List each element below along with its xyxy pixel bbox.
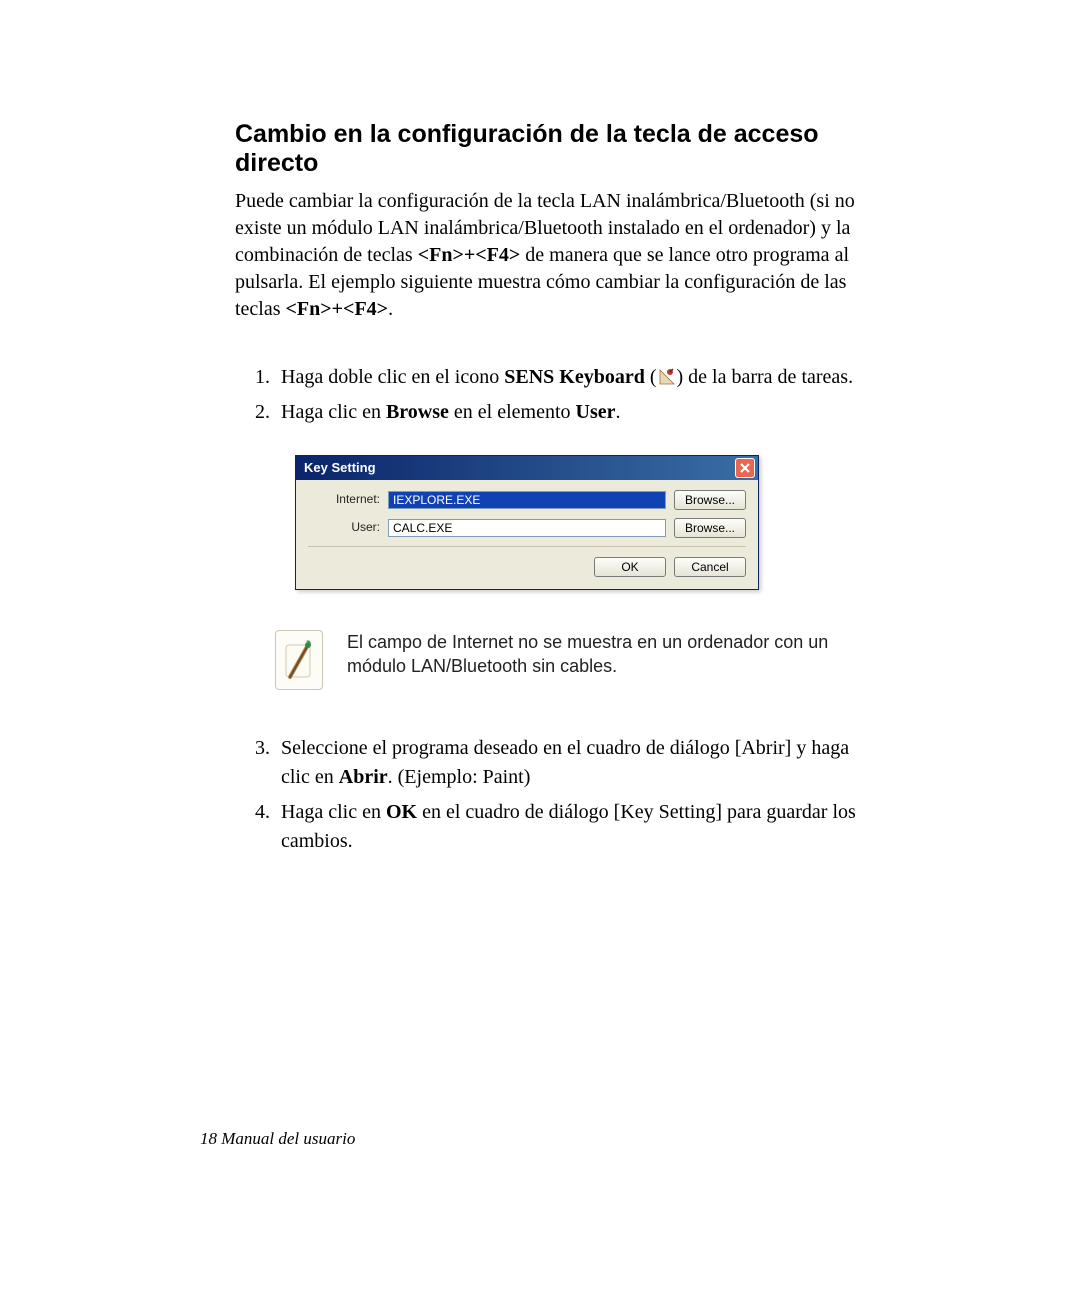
internet-row: Internet: Browse...: [308, 490, 746, 510]
dialog-screenshot: Key Setting Internet: Browse...: [295, 455, 880, 590]
footer-label: Manual del usuario: [221, 1129, 355, 1148]
note-icon: [275, 630, 323, 690]
step4-b: OK: [386, 801, 417, 823]
step3-c: . (Ejemplo: Paint): [388, 766, 531, 788]
section-heading: Cambio en la configuración de la tecla d…: [235, 120, 880, 178]
step1-d: ) de la barra de tareas.: [677, 366, 854, 388]
user-row: User: Browse...: [308, 518, 746, 538]
cancel-button[interactable]: Cancel: [674, 557, 746, 577]
dialog-separator: [308, 546, 746, 547]
hotkey-1: <Fn>+<F4>: [418, 244, 521, 266]
step2-c: en el elemento: [449, 401, 576, 423]
ok-button[interactable]: OK: [594, 557, 666, 577]
note-text: El campo de Internet no se muestra en un…: [347, 630, 880, 690]
step2-e: .: [616, 401, 621, 423]
close-icon: [739, 462, 751, 474]
hotkey-2: <Fn>+<F4>: [286, 298, 389, 320]
browse-internet-button[interactable]: Browse...: [674, 490, 746, 510]
step-3: Seleccione el programa deseado en el cua…: [275, 734, 880, 792]
step-1: Haga doble clic en el icono SENS Keyboar…: [275, 363, 880, 392]
steps-list: Haga doble clic en el icono SENS Keyboar…: [235, 363, 880, 856]
step1-b: SENS Keyboard: [504, 366, 645, 388]
dialog-title: Key Setting: [304, 459, 376, 478]
user-label: User:: [308, 519, 388, 536]
internet-label: Internet:: [308, 491, 388, 508]
browse-user-button[interactable]: Browse...: [674, 518, 746, 538]
step2-a: Haga clic en: [281, 401, 386, 423]
step-2: Haga clic en Browse en el elemento User.…: [275, 398, 880, 690]
step1-a: Haga doble clic en el icono: [281, 366, 504, 388]
intro-text-c: .: [388, 298, 393, 320]
step-4: Haga clic en OK en el cuadro de diálogo …: [275, 798, 880, 856]
step2-b: Browse: [386, 401, 449, 423]
close-button[interactable]: [735, 458, 755, 478]
page-number: 18: [200, 1129, 217, 1148]
document-page: Cambio en la configuración de la tecla d…: [0, 0, 1080, 1309]
user-input[interactable]: [388, 519, 666, 537]
step2-d: User: [576, 401, 616, 423]
key-setting-dialog: Key Setting Internet: Browse...: [295, 455, 759, 590]
internet-input[interactable]: [388, 491, 666, 509]
step4-a: Haga clic en: [281, 801, 386, 823]
step3-b: Abrir: [339, 766, 388, 788]
dialog-titlebar: Key Setting: [296, 456, 758, 480]
intro-paragraph: Puede cambiar la configuración de la tec…: [235, 188, 880, 323]
note-block: El campo de Internet no se muestra en un…: [275, 630, 880, 690]
page-footer: 18 Manual del usuario: [200, 1129, 355, 1149]
dialog-body: Internet: Browse... User: Browse... OK: [296, 480, 758, 589]
sens-keyboard-icon: [657, 365, 677, 383]
step1-c: (: [645, 366, 657, 388]
dialog-button-row: OK Cancel: [308, 557, 746, 577]
